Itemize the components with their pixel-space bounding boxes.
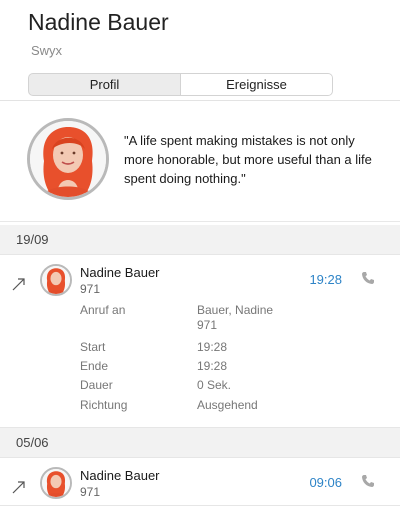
detail-label-dauer: Dauer	[80, 378, 113, 392]
outgoing-arrow-icon	[12, 481, 25, 494]
tab-profil[interactable]: Profil	[29, 74, 180, 95]
profile-quote: "A life spent making mistakes is not onl…	[124, 133, 372, 186]
detail-label-start: Start	[80, 340, 106, 354]
phone-icon[interactable]	[361, 474, 375, 488]
contact-company: Swyx	[31, 43, 63, 58]
profile-summary: "A life spent making mistakes is not onl…	[0, 101, 400, 222]
caller-name: Nadine Bauer	[80, 468, 160, 483]
outgoing-arrow-icon	[12, 278, 25, 291]
date-header: 19/09	[0, 225, 400, 255]
detail-value-ende: 19:28	[197, 359, 228, 373]
caller-number: 971	[80, 282, 101, 296]
detail-label-ende: Ende	[80, 359, 109, 373]
avatar	[40, 467, 72, 499]
detail-value-anruf-an: Bauer, Nadine 971	[197, 303, 274, 332]
caller-number: 971	[80, 485, 101, 499]
avatar	[27, 118, 109, 200]
call-time[interactable]: 19:28	[309, 272, 342, 287]
call-time[interactable]: 09:06	[309, 475, 342, 490]
call-row[interactable]: Nadine Bauer 971 09:06	[0, 464, 400, 506]
call-details: Anruf an Bauer, Nadine 971 Start 19:28 E…	[0, 303, 400, 428]
tab-ereignisse[interactable]: Ereignisse	[180, 74, 332, 95]
detail-value-start: 19:28	[197, 340, 228, 354]
detail-value-richtung: Ausgehend	[197, 398, 258, 412]
avatar	[40, 264, 72, 296]
contact-header: Nadine Bauer Swyx Profil Ereignisse	[0, 0, 400, 101]
phone-icon[interactable]	[361, 271, 375, 285]
caller-name: Nadine Bauer	[80, 265, 160, 280]
detail-label-anruf-an: Anruf an	[80, 303, 126, 317]
contact-name: Nadine Bauer	[28, 9, 169, 35]
detail-label-richtung: Richtung	[80, 398, 128, 412]
call-row[interactable]: Nadine Bauer 971 19:28	[0, 261, 400, 303]
date-header: 05/06	[0, 428, 400, 458]
view-tabs: Profil Ereignisse	[28, 73, 333, 96]
detail-value-dauer: 0 Sek.	[197, 378, 232, 392]
